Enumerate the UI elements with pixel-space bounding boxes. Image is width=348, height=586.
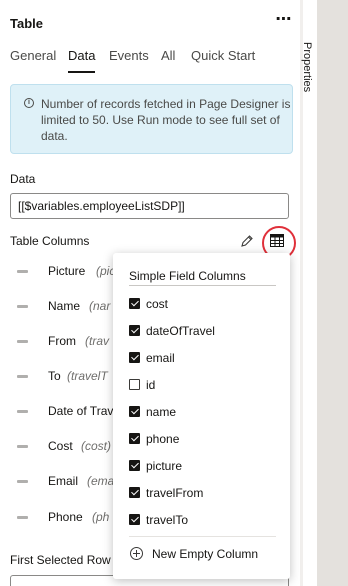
column-name: From — [48, 334, 76, 348]
field-option[interactable]: dateOfTravel — [129, 322, 279, 342]
column-name: Name — [48, 299, 81, 313]
drag-handle-icon[interactable] — [17, 445, 28, 448]
popup-title: Simple Field Columns — [129, 269, 246, 283]
field-option[interactable]: email — [129, 349, 279, 369]
drag-handle-icon[interactable] — [17, 516, 28, 519]
tab-all[interactable]: All — [161, 47, 175, 73]
first-selected-row-label: First Selected Row — [10, 553, 111, 567]
column-name: Email — [48, 474, 79, 488]
column-type: (travelT — [67, 369, 108, 383]
checkbox[interactable] — [129, 487, 140, 498]
field-option[interactable]: phone — [129, 430, 279, 450]
drag-handle-icon[interactable] — [17, 375, 28, 378]
checkbox[interactable] — [129, 325, 140, 336]
drag-handle-icon[interactable] — [17, 480, 28, 483]
tab-data[interactable]: Data — [68, 47, 96, 73]
properties-tab-label[interactable]: Properties — [301, 42, 313, 92]
new-empty-column-label: New Empty Column — [152, 547, 259, 561]
column-type: (nar — [89, 299, 111, 313]
tab-general[interactable]: General — [10, 47, 56, 73]
tab-events[interactable]: Events — [109, 47, 149, 73]
checkbox[interactable] — [129, 379, 140, 390]
tab-bar: General Data Events All Quick Start — [0, 47, 300, 73]
field-label: dateOfTravel — [146, 324, 215, 338]
field-option[interactable]: picture — [129, 457, 279, 477]
column-name: Date of Trav — [48, 404, 114, 418]
plus-circle-icon — [130, 547, 143, 560]
divider — [129, 536, 276, 537]
checkbox[interactable] — [129, 298, 140, 309]
field-option[interactable]: id — [129, 376, 279, 396]
checkbox[interactable] — [129, 514, 140, 525]
field-label: id — [146, 378, 156, 392]
column-name: Cost — [48, 439, 73, 453]
field-label: travelFrom — [146, 486, 204, 500]
column-type: (ph — [92, 510, 110, 524]
divider — [129, 285, 276, 286]
tab-quick-start[interactable]: Quick Start — [191, 47, 255, 73]
data-label: Data — [10, 172, 36, 186]
kebab-menu-icon[interactable]: ⋯ — [274, 11, 294, 31]
notice-text: Number of records fetched in Page Design… — [41, 97, 291, 143]
field-option[interactable]: name — [129, 403, 279, 423]
column-name: Phone — [48, 510, 83, 524]
field-label: picture — [146, 459, 183, 473]
field-label: travelTo — [146, 513, 189, 527]
drag-handle-icon[interactable] — [17, 270, 28, 273]
checkbox[interactable] — [129, 433, 140, 444]
info-notice: i Number of records fetched in Page Desi… — [10, 84, 293, 154]
checkbox[interactable] — [129, 352, 140, 363]
drag-handle-icon[interactable] — [17, 305, 28, 308]
column-name: To — [48, 369, 61, 383]
simple-field-columns-popup: Simple Field Columns cost dateOfTravel e… — [113, 253, 290, 579]
drag-handle-icon[interactable] — [17, 410, 28, 413]
side-tab-strip — [316, 0, 348, 586]
drag-handle-icon[interactable] — [17, 340, 28, 343]
field-label: name — [146, 405, 177, 419]
field-label: email — [146, 351, 175, 365]
column-type: (cost) — [81, 439, 111, 453]
field-option[interactable]: travelTo — [129, 511, 279, 531]
column-type: (trav — [85, 334, 109, 348]
field-label: phone — [146, 432, 180, 446]
new-empty-column-button[interactable]: New Empty Column — [129, 545, 279, 565]
panel-title: Table — [10, 16, 43, 31]
data-input[interactable] — [10, 193, 289, 219]
field-option[interactable]: cost — [129, 295, 279, 315]
pencil-icon[interactable] — [240, 234, 254, 248]
column-name: Picture — [48, 264, 86, 278]
checkbox[interactable] — [129, 406, 140, 417]
field-label: cost — [146, 297, 169, 311]
checkbox[interactable] — [129, 460, 140, 471]
table-columns-label: Table Columns — [10, 234, 90, 248]
field-option[interactable]: travelFrom — [129, 484, 279, 504]
info-icon: i — [24, 98, 34, 108]
column-type: (ema — [87, 474, 115, 488]
